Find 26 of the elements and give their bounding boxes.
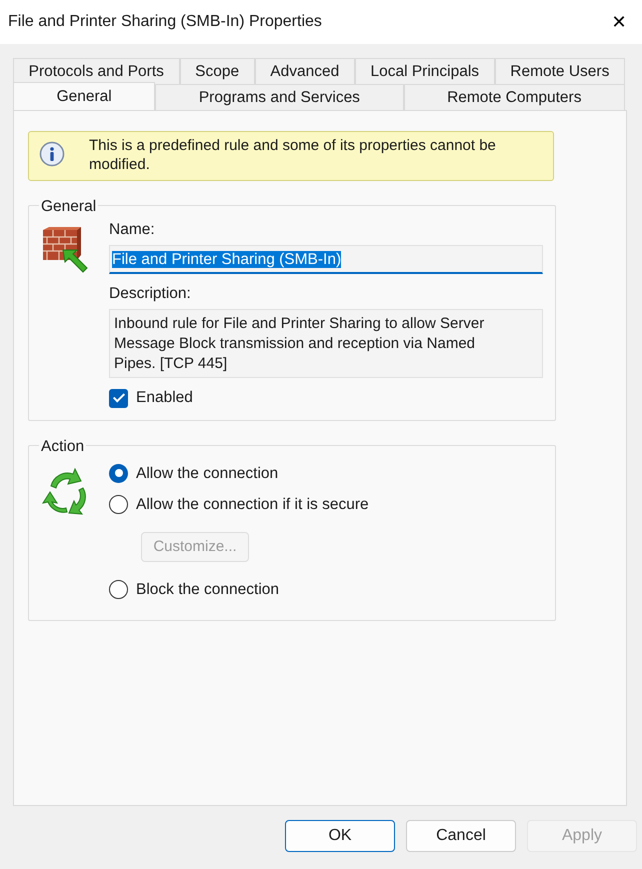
name-field[interactable]: File and Printer Sharing (SMB-In) <box>109 244 543 274</box>
tab[interactable]: Remote Users <box>494 58 625 84</box>
radio-label: Block the connection <box>136 580 280 600</box>
radio-button[interactable] <box>109 464 128 483</box>
close-button[interactable]: ✕ <box>596 0 642 44</box>
enabled-label: Enabled <box>136 388 193 408</box>
info-message: This is a predefined rule and some of its properties cannot be modified. <box>89 137 497 174</box>
tab[interactable]: General <box>13 82 156 110</box>
description-field[interactable]: Inbound rule for File and Printer Sharing to allow Server Message Block transmission and reception via Named Pipes. [TCP 445] <box>110 310 542 378</box>
dialog-button[interactable]: OK <box>285 820 395 852</box>
tab[interactable]: Remote Computers <box>404 84 626 110</box>
tab[interactable]: Advanced <box>254 58 355 84</box>
tab[interactable]: Programs and Services <box>155 84 404 110</box>
info-icon <box>39 141 65 167</box>
description-label: Description: <box>109 284 192 304</box>
name-label: Name: <box>109 220 156 240</box>
tab[interactable]: Local Principals <box>354 58 495 84</box>
radio-label: Allow the connection <box>136 464 278 484</box>
tab[interactable]: Protocols and Ports <box>13 58 180 84</box>
radio-label: Allow the connection if it is secure <box>136 494 369 515</box>
radio-button[interactable] <box>109 495 128 514</box>
window-title: File and Printer Sharing (SMB-In) Properties <box>8 12 322 32</box>
dialog-button[interactable]: Cancel <box>406 820 516 852</box>
radio-button[interactable] <box>109 580 128 600</box>
tab[interactable]: Scope <box>180 58 255 84</box>
enabled-checkbox[interactable] <box>109 388 128 408</box>
